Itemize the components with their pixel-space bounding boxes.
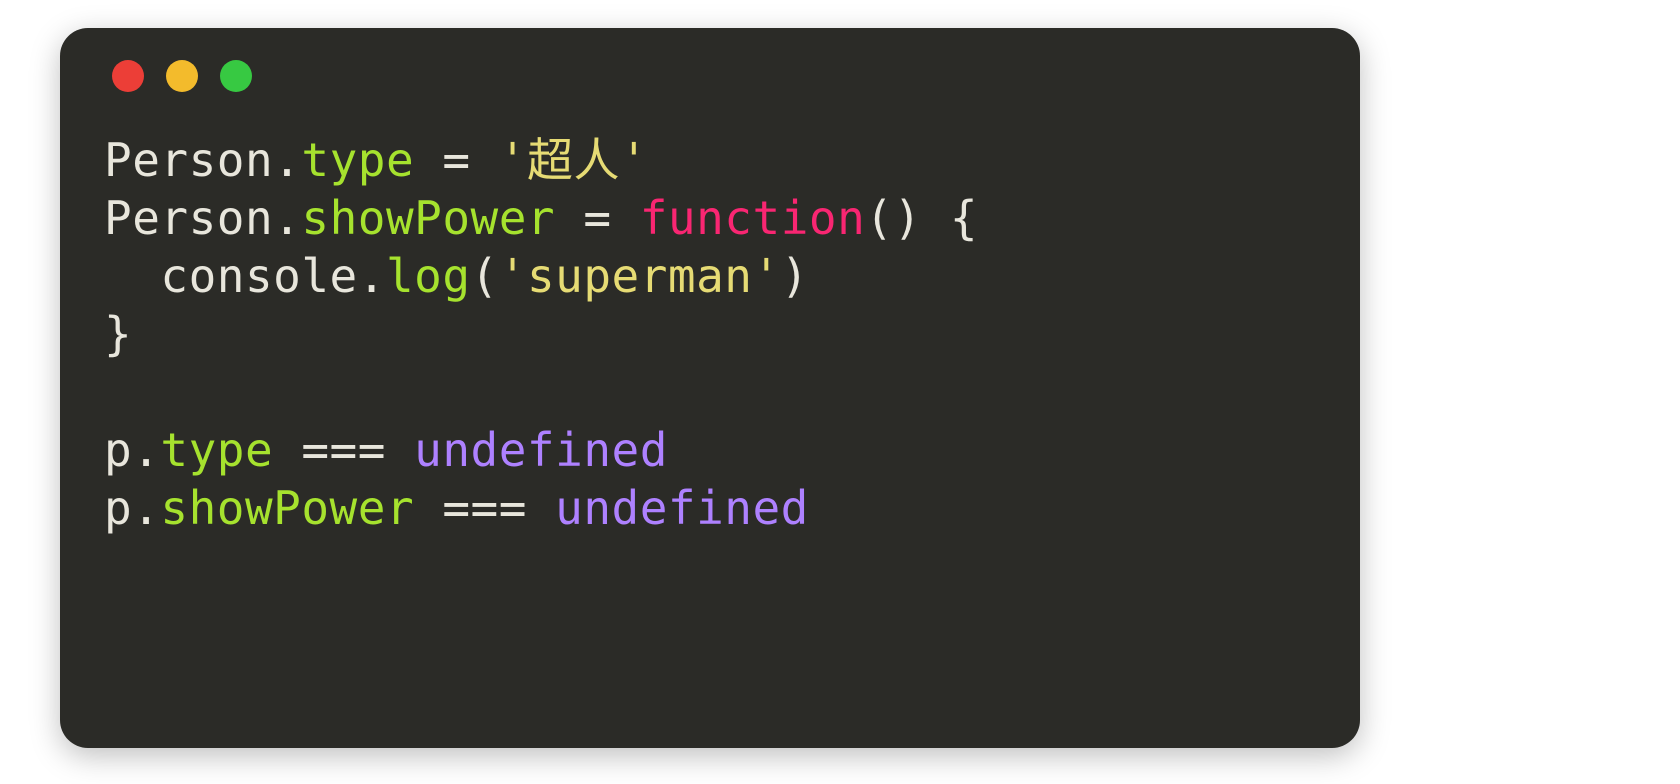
code-token: }: [104, 307, 132, 361]
code-token: log: [386, 249, 471, 303]
code-line: [104, 364, 1316, 422]
code-token: Person.: [104, 191, 301, 245]
code-token: showPower: [301, 191, 555, 245]
code-line: Person.type = '超人': [104, 132, 1316, 190]
code-token: undefined: [555, 481, 809, 535]
code-window: Person.type = '超人'Person.showPower = fun…: [60, 28, 1360, 748]
window-controls: [112, 60, 1316, 92]
code-line: Person.showPower = function() {: [104, 190, 1316, 248]
code-token: function: [640, 191, 866, 245]
maximize-icon[interactable]: [220, 60, 252, 92]
code-line: p.type === undefined: [104, 422, 1316, 480]
code-token: =: [555, 191, 640, 245]
code-token: p.: [104, 423, 160, 477]
code-line: }: [104, 306, 1316, 364]
code-token: type: [160, 423, 273, 477]
page: Person.type = '超人'Person.showPower = fun…: [0, 0, 1680, 784]
code-block: Person.type = '超人'Person.showPower = fun…: [104, 132, 1316, 538]
code-token: ===: [273, 423, 414, 477]
code-line: p.showPower === undefined: [104, 480, 1316, 538]
code-line: console.log('superman'): [104, 248, 1316, 306]
code-token: Person.: [104, 133, 301, 187]
code-token: 'superman': [499, 249, 781, 303]
code-token: '超人': [499, 133, 648, 187]
minimize-icon[interactable]: [166, 60, 198, 92]
code-token: p.: [104, 481, 160, 535]
code-token: () {: [865, 191, 978, 245]
code-token: undefined: [414, 423, 668, 477]
code-token: ===: [414, 481, 555, 535]
code-token: showPower: [160, 481, 414, 535]
code-token: console.: [104, 249, 386, 303]
code-token: (: [471, 249, 499, 303]
code-token: ): [781, 249, 809, 303]
code-token: =: [414, 133, 499, 187]
code-token: type: [301, 133, 414, 187]
close-icon[interactable]: [112, 60, 144, 92]
